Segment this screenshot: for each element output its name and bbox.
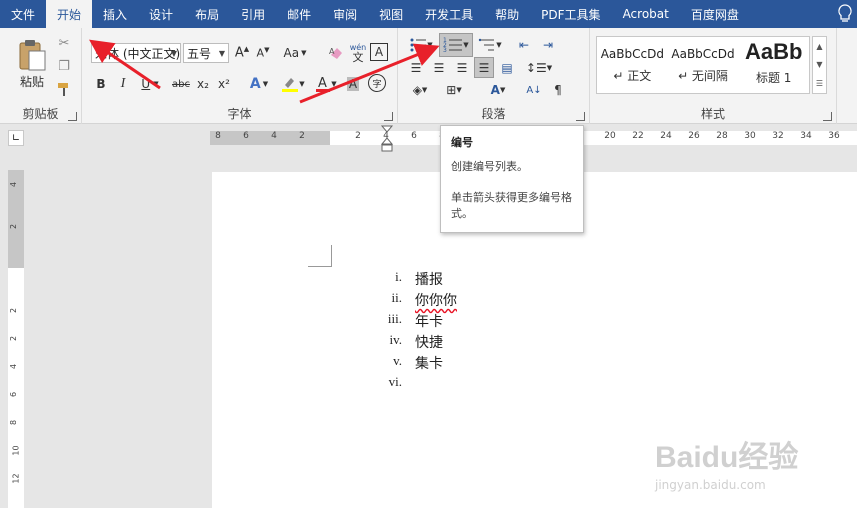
arrow-to-home-tab — [89, 39, 161, 90]
annotation-arrows — [89, 39, 440, 104]
arrow-to-numbering-button — [299, 43, 440, 104]
